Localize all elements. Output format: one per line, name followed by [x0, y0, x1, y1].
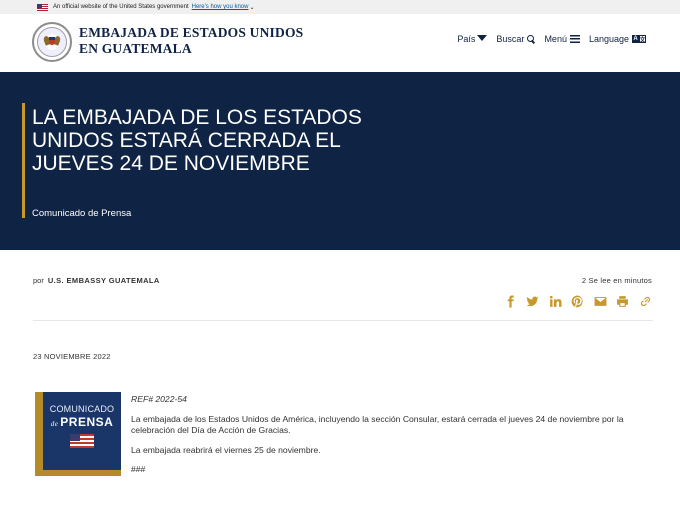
press-line2: de PRENSA [51, 415, 114, 429]
linkedin-icon[interactable] [548, 294, 562, 308]
nav-pais[interactable]: País [457, 34, 488, 44]
press-line2-main: PRENSA [60, 415, 114, 429]
nav-language[interactable]: Language A文 [589, 34, 646, 44]
gov-banner: An official website of the United States… [0, 0, 680, 14]
site-title-line1: EMBAJADA DE ESTADOS UNIDOS [79, 25, 304, 40]
email-icon[interactable] [593, 294, 607, 308]
site-header: EMBAJADA DE ESTADOS UNIDOS EN GUATEMALA … [0, 14, 680, 72]
article-paragraph-2: La embajada reabrirá el viernes 25 de no… [131, 444, 321, 455]
read-time: 2 Se lee en minutos [581, 276, 652, 285]
twitter-icon[interactable] [526, 294, 540, 308]
publish-date: 23 NOVIEMBRE 2022 [33, 352, 111, 361]
nav-buscar-label: Buscar [496, 34, 525, 44]
link-icon[interactable] [638, 294, 652, 308]
share-bar [495, 294, 653, 308]
nav-buscar[interactable]: Buscar [496, 34, 535, 44]
divider [33, 320, 653, 321]
hamburger-icon [569, 35, 580, 43]
article-body: REF# 2022-54 La embajada de los Estados … [131, 394, 651, 484]
nav-menu-label: Menú [544, 34, 567, 44]
nav-pais-label: País [457, 34, 476, 44]
gov-banner-link[interactable]: Here's how you know [192, 4, 249, 10]
main-nav: País Buscar Menú Language A文 [448, 34, 646, 44]
press-line2-prefix: de [50, 420, 59, 428]
hero-banner: LA EMBAJADA DE LOS ESTADOS UNIDOS ESTARÁ… [0, 72, 680, 250]
eagle-icon [42, 35, 62, 49]
press-release-card: COMUNICADO de PRENSA [43, 392, 121, 470]
press-line1: COMUNICADO [49, 404, 115, 414]
translate-icon: A文 [632, 35, 646, 44]
hero-accent-bar [22, 103, 25, 218]
us-flag-icon [70, 434, 94, 448]
press-release-image: COMUNICADO de PRENSA [35, 392, 121, 476]
embassy-seal-logo[interactable] [32, 22, 72, 62]
page-category: Comunicado de Prensa [32, 208, 132, 219]
print-icon[interactable] [616, 294, 630, 308]
gov-banner-text: An official website of the United States… [53, 4, 189, 10]
nav-language-label: Language [588, 34, 629, 44]
ref-number: REF# 2022-54 [131, 394, 187, 404]
byline-prefix: por [33, 276, 44, 285]
caret-down-icon [477, 35, 488, 41]
chevron-down-icon[interactable]: ⌄ [249, 4, 254, 11]
site-title[interactable]: EMBAJADA DE ESTADOS UNIDOS EN GUATEMALA [79, 25, 303, 57]
search-icon [527, 35, 535, 43]
nav-menu[interactable]: Menú [544, 34, 580, 44]
site-title-line2: EN GUATEMALA [79, 41, 192, 56]
byline-author: U.S. EMBASSY GUATEMALA [47, 276, 160, 285]
article-end-mark: ### [131, 464, 146, 474]
us-flag-icon [37, 3, 48, 11]
article-paragraph-1: La embajada de los Estados Unidos de Amé… [131, 413, 624, 436]
byline: por U.S. EMBASSY GUATEMALA [33, 276, 160, 285]
seal-inner-ring [37, 27, 67, 57]
facebook-icon[interactable] [503, 294, 517, 308]
pinterest-icon[interactable] [571, 294, 585, 308]
page-title: LA EMBAJADA DE LOS ESTADOS UNIDOS ESTARÁ… [32, 106, 362, 175]
